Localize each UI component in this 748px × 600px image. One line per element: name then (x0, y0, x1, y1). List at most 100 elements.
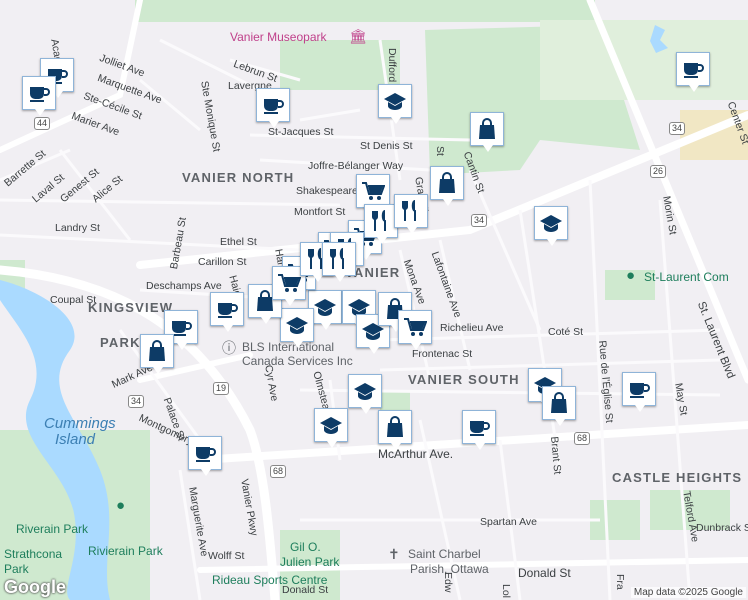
area-label-vanier-south: VANIER SOUTH (408, 372, 520, 387)
street-label: St Denis St (360, 140, 413, 152)
route-shield: 34 (471, 214, 488, 227)
school-marker[interactable] (314, 408, 348, 448)
poi-julien-park[interactable]: Julien Park (280, 555, 339, 569)
park-icon: ● (626, 267, 636, 284)
shopping-marker[interactable] (378, 410, 412, 450)
school-icon (319, 415, 343, 435)
route-shield: 44 (34, 117, 51, 130)
street-label: McArthur Ave. (378, 447, 454, 461)
area-label-kingsview-park: PARK (100, 335, 141, 350)
water-label-island: Island (55, 431, 96, 448)
poi-vanier-museopark[interactable]: Vanier Museopark (230, 30, 327, 44)
street-label: Coté St (548, 326, 584, 338)
cafe-icon (682, 60, 704, 78)
cafe-icon (628, 380, 650, 398)
route-shield: 68 (574, 432, 591, 445)
water-label-cummings: Cummings (44, 415, 116, 432)
street-label: Coupal St (50, 294, 97, 306)
poi-riverain-park[interactable]: Riverain Park (16, 522, 88, 536)
shopping-marker[interactable] (140, 334, 174, 374)
map-canvas[interactable]: VANIER NORTH VANIER KINGSVIEW PARK VANIE… (0, 0, 748, 600)
street-label: Ethel St (220, 236, 257, 248)
school-icon (285, 315, 309, 335)
street-label: Dunbrack St (696, 522, 748, 534)
street-label: Landry St (55, 222, 100, 234)
street-label: Fra (614, 574, 626, 590)
grocery-marker[interactable] (398, 310, 432, 350)
route-shield: 34 (128, 395, 145, 408)
street-label: Richelieu Ave (440, 322, 504, 334)
shopping-icon (549, 392, 569, 414)
grocery-icon (361, 181, 385, 201)
shopping-icon (385, 416, 405, 438)
street-label: Edw (442, 572, 454, 593)
grocery-icon (277, 273, 301, 293)
restaurant-marker[interactable] (322, 242, 356, 282)
poi-strathcona-park[interactable]: Park (4, 562, 29, 576)
street-label: Joffre-Bélanger Way (308, 160, 404, 172)
cafe-icon (468, 418, 490, 436)
church-icon: ✝ (388, 546, 400, 562)
google-logo: Google (4, 577, 66, 597)
street-label: Donald St (518, 566, 571, 580)
restaurant-icon (371, 210, 391, 232)
restaurant-marker[interactable] (364, 204, 398, 244)
restaurant-icon (329, 248, 349, 270)
area-label-kingsview: KINGSVIEW (88, 300, 174, 315)
map-attribution[interactable]: Map data ©2025 Google (630, 587, 746, 598)
street-label: Carillon St (198, 256, 247, 268)
shopping-icon (147, 340, 167, 362)
shopping-icon (437, 172, 457, 194)
poi-rivierain-park[interactable]: Rivierain Park (88, 544, 163, 558)
cafe-marker[interactable] (210, 292, 244, 332)
school-icon (313, 297, 337, 317)
grocery-marker[interactable] (356, 174, 390, 214)
street-label: St (434, 146, 446, 156)
area-label-castle-heights: CASTLE HEIGHTS (612, 470, 743, 485)
cafe-marker[interactable] (22, 76, 56, 116)
route-shield: 19 (213, 382, 230, 395)
school-marker[interactable] (348, 374, 382, 414)
school-icon (353, 381, 377, 401)
cafe-icon (262, 96, 284, 114)
street-label: Donald St (282, 584, 329, 596)
poi-saint-charbel[interactable]: Saint Charbel (408, 547, 481, 561)
poi-st-laurent-com[interactable]: St-Laurent Com (644, 270, 729, 284)
cafe-marker[interactable] (188, 436, 222, 476)
poi-canada-services[interactable]: Canada Services Inc (242, 354, 353, 368)
street-label: Frontenac St (412, 348, 473, 360)
restaurant-marker[interactable] (394, 194, 428, 234)
street-label: Montfort St (294, 206, 346, 218)
cafe-marker[interactable] (256, 88, 290, 128)
school-marker[interactable] (378, 84, 412, 124)
poi-bls-international[interactable]: BLS International (242, 340, 334, 354)
restaurant-icon (401, 200, 421, 222)
area-label-vanier-north: VANIER NORTH (182, 170, 295, 185)
info-icon: ⓘ (222, 340, 236, 356)
street-label: Shakespeare (296, 185, 358, 197)
shopping-marker[interactable] (542, 386, 576, 426)
cafe-marker[interactable] (622, 372, 656, 412)
park-icon: ● (116, 497, 126, 514)
shopping-marker[interactable] (430, 166, 464, 206)
route-shield: 26 (650, 165, 667, 178)
street-label: Spartan Ave (480, 516, 538, 528)
school-icon (383, 91, 407, 111)
cafe-marker[interactable] (676, 52, 710, 92)
poi-gil-o[interactable]: Gil O. (290, 540, 321, 554)
street-label: Deschamps Ave (146, 280, 222, 292)
school-marker[interactable] (280, 308, 314, 348)
school-icon (539, 213, 563, 233)
shopping-icon (477, 118, 497, 140)
route-shield: 68 (270, 465, 287, 478)
school-marker[interactable] (534, 206, 568, 246)
grocery-icon (403, 317, 427, 337)
poi-strathcona[interactable]: Strathcona (4, 547, 62, 561)
cafe-icon (28, 84, 50, 102)
cafe-icon (194, 444, 216, 462)
street-label: Wolff St (208, 550, 245, 562)
route-shield: 34 (669, 122, 686, 135)
shopping-marker[interactable] (470, 112, 504, 152)
cafe-marker[interactable] (462, 410, 496, 450)
museum-icon: 🏛 (349, 28, 367, 44)
